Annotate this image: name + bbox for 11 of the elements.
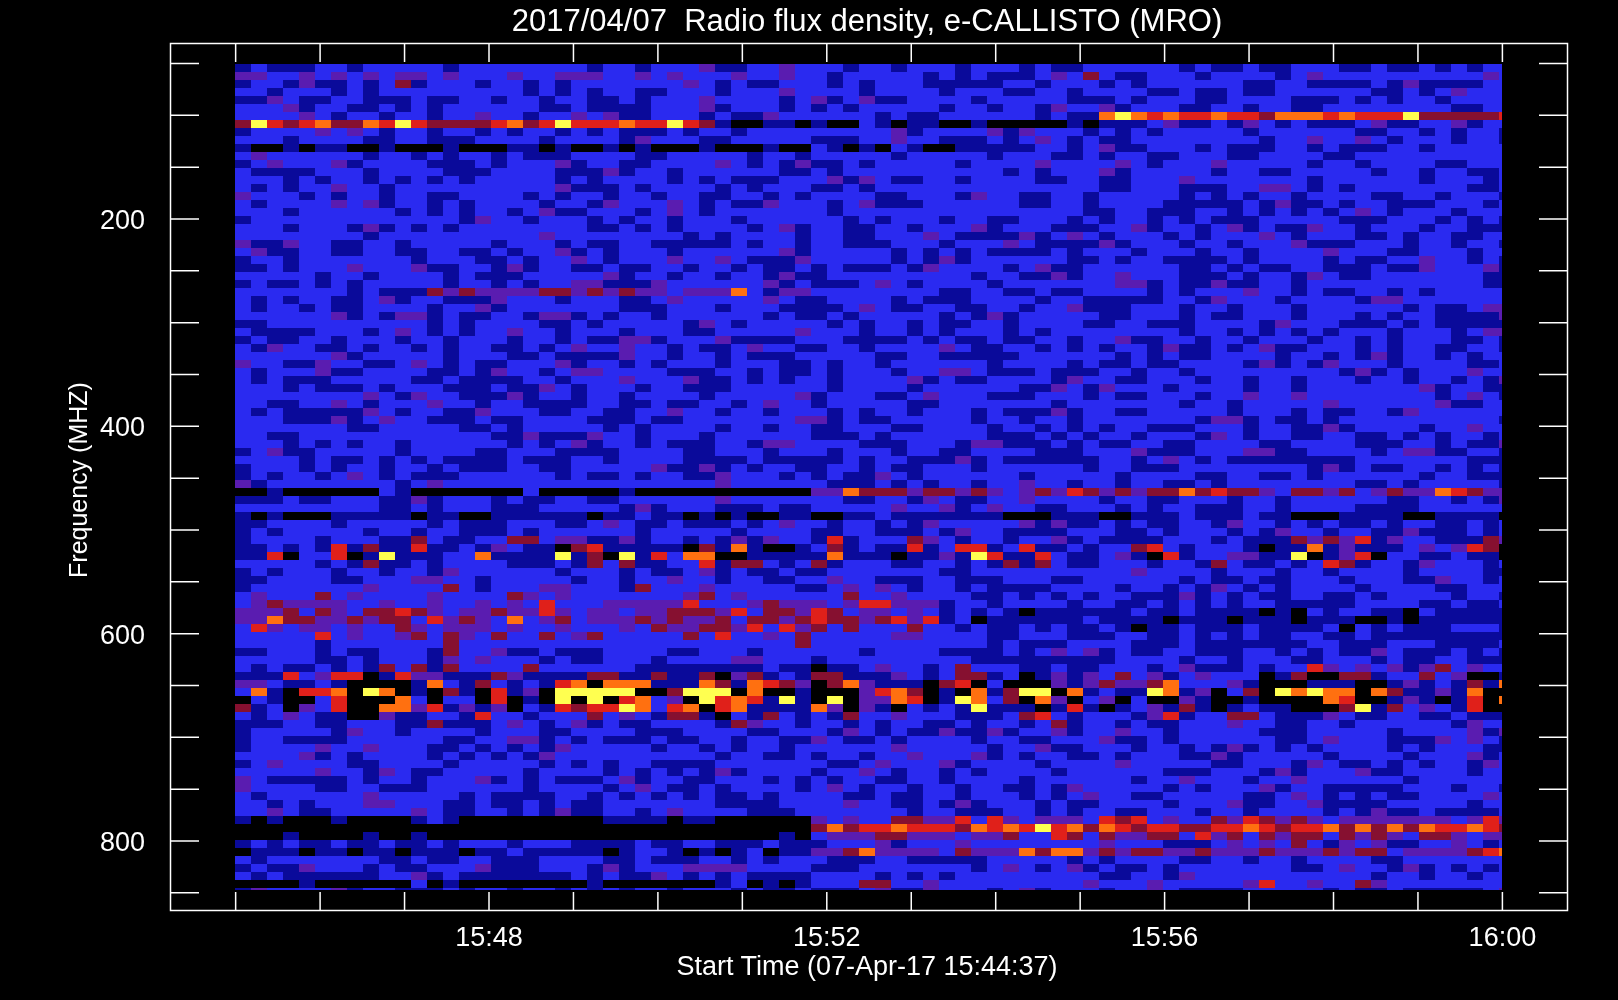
y-axis-label: Frequency (MHZ) (64, 382, 92, 578)
chart-title: 2017/04/07 Radio flux density, e-CALLISTO (MRO) (511, 3, 1223, 38)
y-tick-label: 600 (99, 619, 145, 650)
y-tick-label: 200 (99, 205, 145, 235)
x-tick-label: 16:00 (1468, 922, 1537, 952)
y-tick-label: 800 (99, 827, 145, 857)
x-axis-label: Start Time (07-Apr-17 15:44:37) (676, 951, 1058, 981)
x-tick-label: 15:52 (793, 922, 861, 952)
y-tick-label: 400 (99, 412, 145, 443)
x-tick-label: 15:56 (1130, 922, 1199, 952)
x-tick-label: 15:48 (455, 922, 523, 952)
